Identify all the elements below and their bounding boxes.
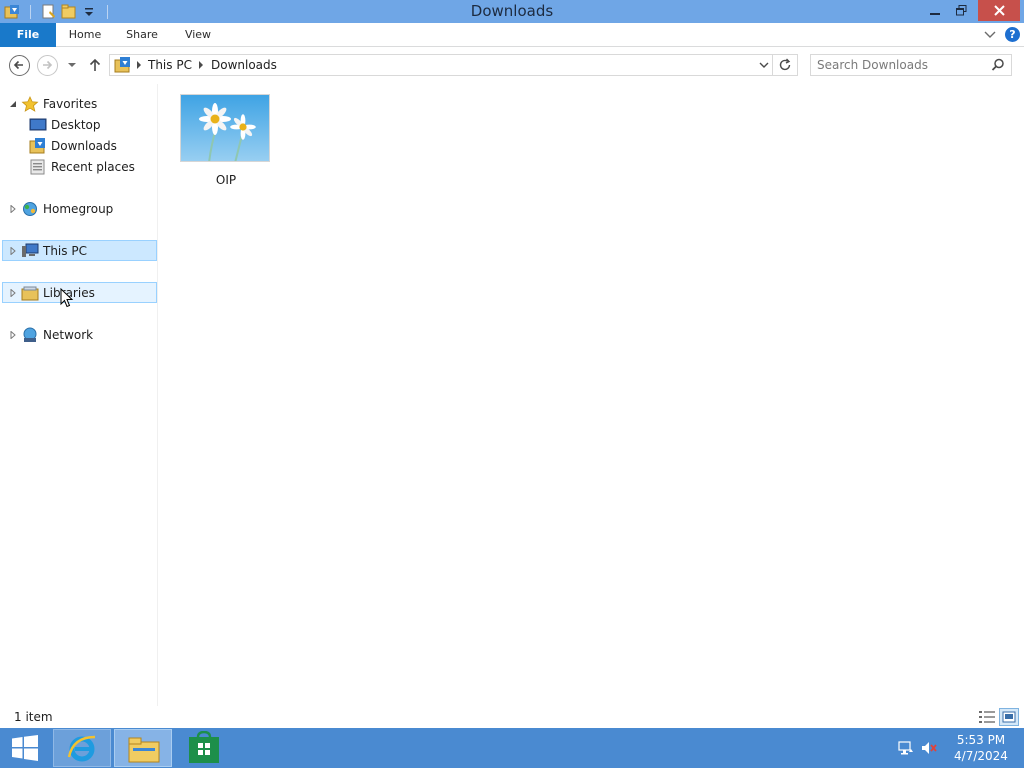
- minimize-button[interactable]: [922, 0, 948, 21]
- back-button[interactable]: [9, 55, 30, 76]
- clock-time: 5:53 PM: [956, 733, 1006, 747]
- downloads-folder-icon: [114, 57, 130, 73]
- customize-toolbar-chevron-icon[interactable]: [81, 4, 97, 20]
- new-folder-icon[interactable]: [61, 4, 77, 20]
- tree-label-homegroup: Homegroup: [43, 201, 114, 216]
- explorer-app-icon[interactable]: [4, 4, 20, 20]
- tree-item-downloads[interactable]: Downloads: [29, 135, 117, 156]
- homegroup-icon: [23, 201, 37, 216]
- tree-label-network: Network: [43, 327, 94, 342]
- title-bar: Downloads: [0, 0, 1024, 23]
- up-arrow-icon[interactable]: [87, 57, 103, 73]
- tab-view[interactable]: View: [174, 23, 222, 47]
- large-icons-view-button[interactable]: [999, 708, 1019, 726]
- properties-icon[interactable]: [41, 4, 57, 20]
- tree-label-downloads: Downloads: [51, 138, 117, 153]
- desktop-icon: [29, 118, 47, 130]
- search-box[interactable]: [810, 54, 1012, 76]
- navigation-pane: Favorites Desktop Downloads Recent place…: [0, 84, 160, 706]
- network-icon: [23, 327, 37, 342]
- navigation-bar: This PC Downloads: [0, 48, 1024, 84]
- refresh-button[interactable]: [773, 54, 798, 76]
- large-icons-view-icon: [1002, 711, 1016, 723]
- details-view-icon[interactable]: [978, 709, 996, 725]
- close-icon: [993, 5, 1005, 16]
- tab-file[interactable]: File: [0, 23, 56, 47]
- daisy-image-thumbnail-icon: [181, 95, 269, 161]
- tree-label-desktop: Desktop: [51, 117, 101, 132]
- item-count: 1 item: [14, 710, 53, 724]
- image-thumbnail[interactable]: [180, 94, 270, 162]
- minimize-icon: [930, 12, 940, 15]
- clock-date: 4/7/2024: [954, 749, 1008, 763]
- help-button[interactable]: ?: [1005, 27, 1020, 42]
- search-icon[interactable]: [991, 58, 1005, 72]
- network-tray-icon[interactable]: [898, 740, 914, 756]
- forward-arrow-icon: [43, 60, 53, 70]
- computer-icon: [22, 243, 39, 257]
- breadcrumb-separator-icon[interactable]: [197, 60, 205, 70]
- collapsed-arrow-icon[interactable]: [9, 330, 17, 339]
- search-input[interactable]: [817, 55, 987, 75]
- expand-ribbon-icon[interactable]: [983, 28, 997, 42]
- downloads-folder-icon: [29, 137, 45, 153]
- tab-home[interactable]: Home: [60, 23, 110, 47]
- window-title: Downloads: [470, 2, 554, 20]
- taskbar-store[interactable]: [175, 729, 233, 767]
- breadcrumb-this-pc[interactable]: This PC: [148, 55, 192, 75]
- tree-label-recent-places: Recent places: [51, 159, 135, 174]
- internet-explorer-icon: [67, 735, 96, 762]
- file-list: OIP: [160, 84, 1024, 706]
- file-item[interactable]: OIP: [178, 92, 274, 192]
- tree-item-recent-places[interactable]: Recent places: [29, 156, 135, 177]
- close-button[interactable]: [978, 0, 1020, 21]
- store-icon: [189, 731, 219, 763]
- system-clock[interactable]: 5:53 PM 4/7/2024: [950, 732, 1012, 764]
- tab-share[interactable]: Share: [117, 23, 167, 47]
- taskbar-internet-explorer[interactable]: [53, 729, 111, 767]
- restore-button[interactable]: [948, 0, 974, 21]
- breadcrumb-downloads[interactable]: Downloads: [211, 55, 277, 75]
- address-history-chevron-icon[interactable]: [758, 60, 770, 70]
- tree-label-libraries: Libraries: [43, 285, 95, 300]
- ribbon-tab-bar: File Home Share View ?: [0, 23, 1024, 47]
- collapsed-arrow-icon[interactable]: [9, 204, 17, 213]
- star-icon: [21, 95, 39, 112]
- tree-item-homegroup[interactable]: Homegroup: [9, 198, 113, 219]
- file-name: OIP: [215, 173, 237, 187]
- toolbar-divider: [30, 4, 31, 19]
- file-explorer-icon: [128, 737, 160, 763]
- toolbar-divider: [107, 4, 108, 19]
- tree-item-desktop[interactable]: Desktop: [29, 114, 101, 135]
- taskbar-file-explorer[interactable]: [114, 729, 172, 767]
- navigation-pane-divider: [157, 84, 158, 706]
- taskbar: 5:53 PM 4/7/2024: [0, 728, 1024, 768]
- tree-item-favorites[interactable]: Favorites: [9, 93, 97, 114]
- tree-label-favorites: Favorites: [43, 96, 98, 111]
- breadcrumb-separator-icon[interactable]: [135, 60, 143, 70]
- collapsed-arrow-icon[interactable]: [9, 246, 17, 255]
- forward-button[interactable]: [37, 55, 58, 76]
- recent-locations-chevron-icon[interactable]: [66, 60, 78, 70]
- tree-item-network[interactable]: Network: [9, 324, 93, 345]
- tree-label-this-pc: This PC: [43, 243, 87, 258]
- tree-item-libraries[interactable]: Libraries: [2, 282, 157, 303]
- restore-icon: [955, 5, 966, 16]
- start-button[interactable]: [0, 728, 50, 768]
- refresh-icon: [779, 58, 791, 71]
- collapsed-arrow-icon[interactable]: [9, 288, 17, 297]
- expanded-arrow-icon[interactable]: [9, 100, 17, 108]
- status-bar: 1 item: [0, 706, 1024, 728]
- address-bar[interactable]: This PC Downloads: [109, 54, 773, 76]
- libraries-icon: [21, 286, 39, 300]
- tree-item-this-pc[interactable]: This PC: [2, 240, 157, 261]
- recent-places-icon: [30, 159, 45, 174]
- windows-logo-icon: [12, 735, 38, 761]
- quick-access-toolbar: [0, 0, 114, 23]
- back-arrow-icon: [13, 60, 23, 70]
- volume-muted-icon[interactable]: [921, 740, 937, 756]
